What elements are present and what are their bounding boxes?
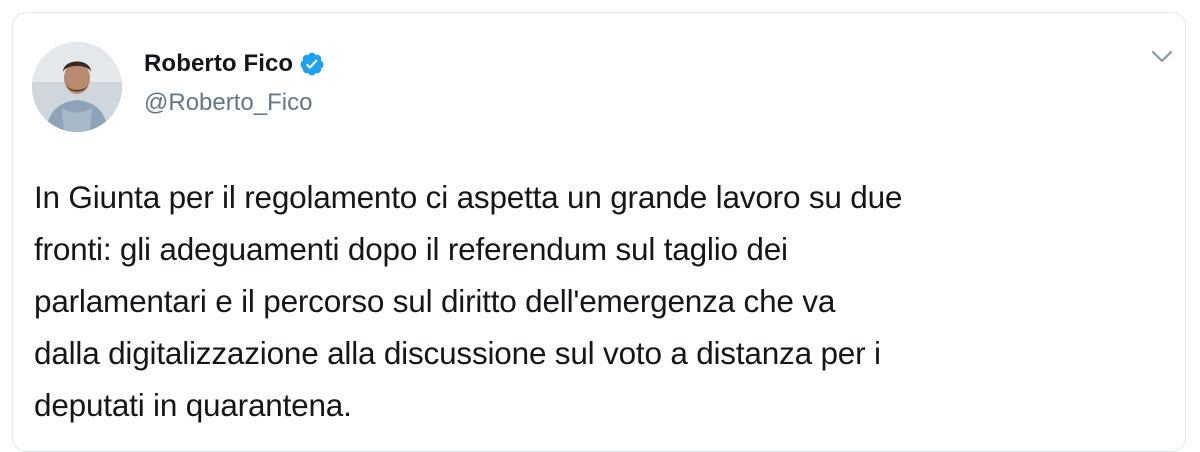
- author-name-row: Roberto Fico: [144, 47, 325, 81]
- tweet-text-line: deputati in quarantena.: [34, 387, 352, 423]
- tweet-text-line: In Giunta per il regolamento ci aspetta …: [34, 179, 903, 215]
- author-name[interactable]: Roberto Fico: [144, 50, 293, 78]
- tweet-text-line: dalla digitalizzazione alla discussione …: [34, 335, 881, 371]
- tweet-text: In Giunta per il regolamento ci aspetta …: [34, 171, 1174, 431]
- tweet-menu-button[interactable]: [1146, 43, 1178, 71]
- verified-badge-icon: [300, 52, 324, 76]
- author-handle[interactable]: @Roberto_Fico: [144, 89, 325, 117]
- chevron-down-icon: [1151, 50, 1173, 63]
- avatar-photo: [32, 42, 122, 132]
- author-block: Roberto Fico @Roberto_Fico: [144, 47, 325, 117]
- tweet-card: Roberto Fico @Roberto_Fico In Giunta per…: [12, 12, 1186, 452]
- tweet-text-line: fronti: gli adeguamenti dopo il referend…: [34, 231, 788, 267]
- avatar[interactable]: [32, 42, 122, 132]
- tweet-text-line: parlamentari e il percorso sul diritto d…: [34, 283, 836, 319]
